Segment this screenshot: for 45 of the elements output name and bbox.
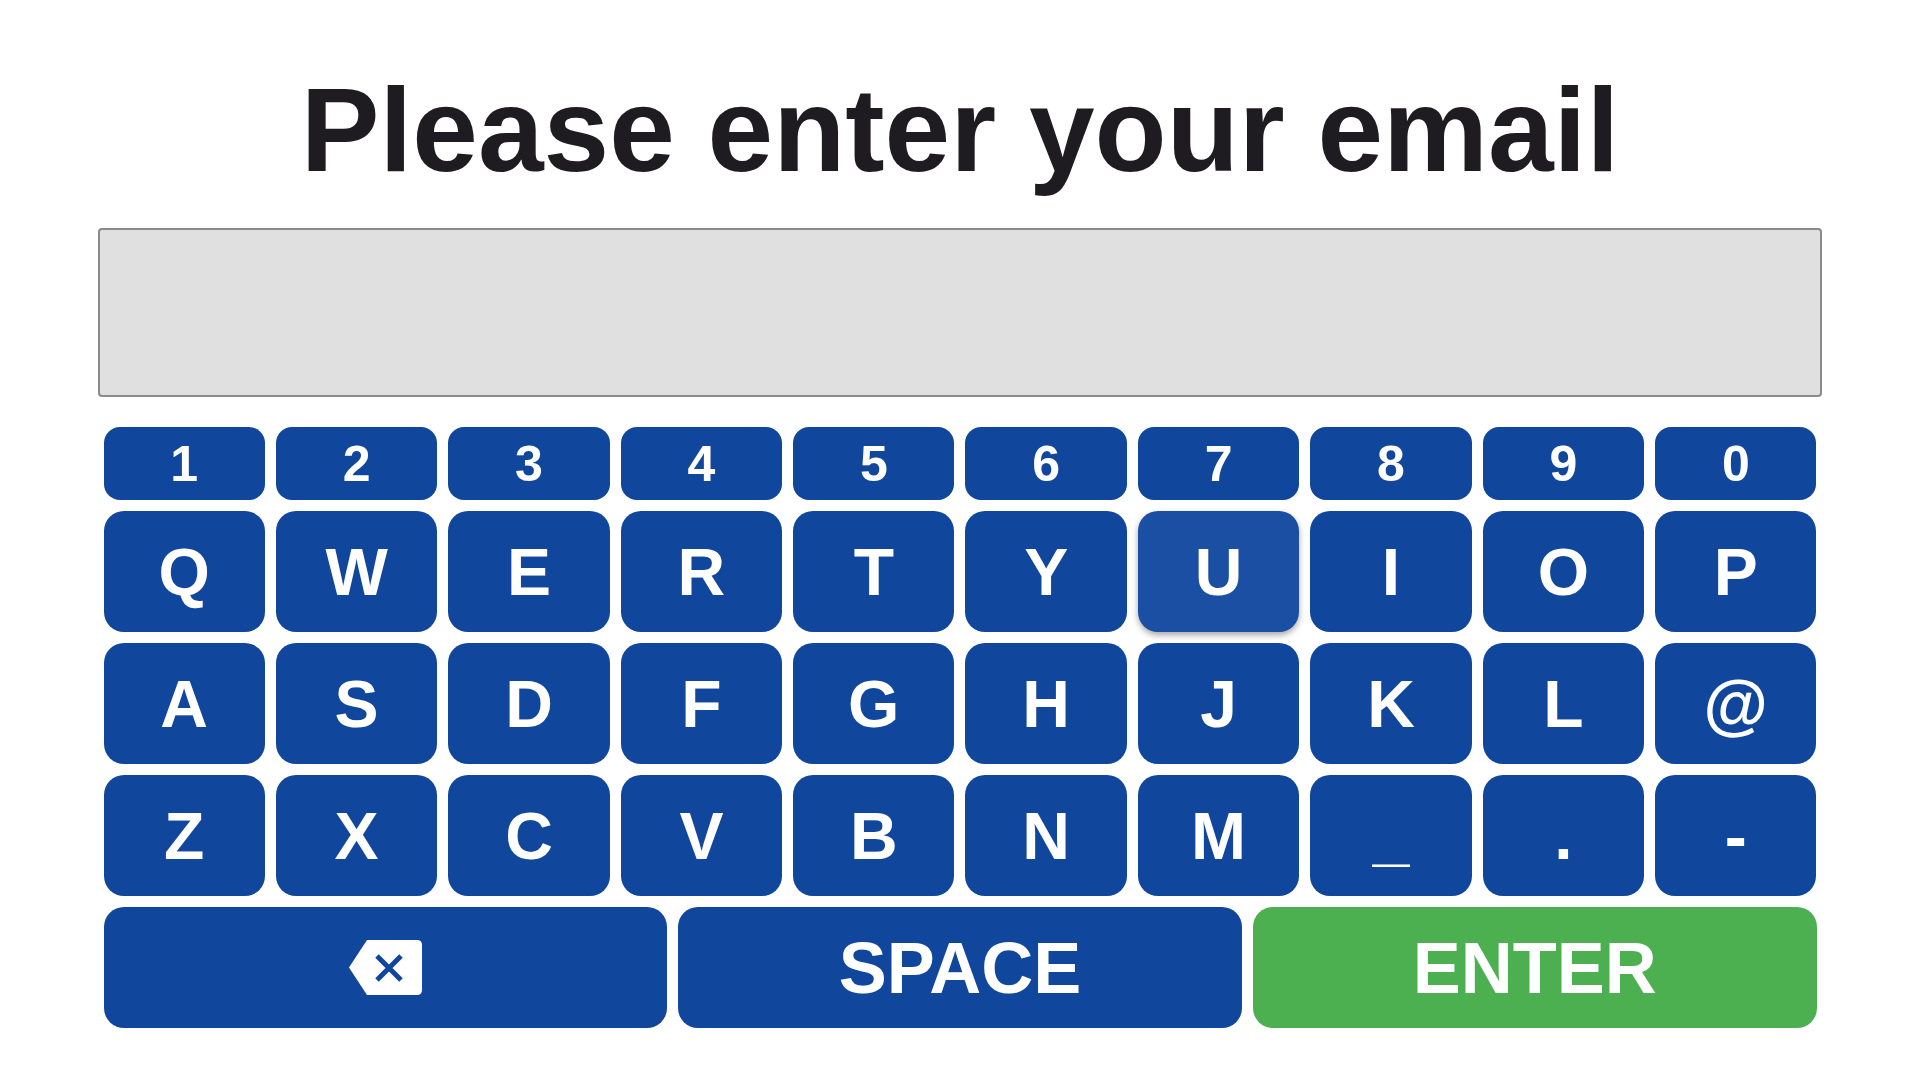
- keyboard-key[interactable]: Y: [965, 511, 1127, 632]
- keyboard-key[interactable]: Q: [103, 511, 265, 632]
- keyboard-key[interactable]: .: [1482, 775, 1645, 896]
- keyboard-key[interactable]: 6: [965, 427, 1127, 500]
- keyboard-key[interactable]: W: [275, 511, 438, 632]
- keyboard-key[interactable]: X: [275, 775, 438, 896]
- keyboard-key[interactable]: L: [1482, 643, 1645, 764]
- keyboard-key[interactable]: J: [1137, 643, 1300, 764]
- keyboard-key[interactable]: F: [620, 643, 783, 764]
- keyboard-key[interactable]: E: [448, 511, 610, 632]
- keyboard-key[interactable]: T: [793, 511, 955, 632]
- space-key[interactable]: SPACE: [678, 907, 1242, 1028]
- keyboard-key[interactable]: V: [620, 775, 783, 896]
- keyboard-key[interactable]: D: [448, 643, 610, 764]
- keyboard-key[interactable]: C: [448, 775, 610, 896]
- keyboard-key[interactable]: B: [793, 775, 955, 896]
- keyboard-key[interactable]: A: [103, 643, 265, 764]
- keyboard-key[interactable]: G: [793, 643, 955, 764]
- keyboard-key[interactable]: O: [1482, 511, 1645, 632]
- keyboard-key[interactable]: 1: [103, 427, 265, 500]
- keyboard-key[interactable]: 9: [1482, 427, 1645, 500]
- keyboard-key[interactable]: M: [1137, 775, 1300, 896]
- keyboard-key[interactable]: S: [275, 643, 438, 764]
- keyboard-key[interactable]: 3: [448, 427, 610, 500]
- keyboard-key[interactable]: 5: [793, 427, 955, 500]
- keyboard-key[interactable]: I: [1310, 511, 1472, 632]
- keyboard-key[interactable]: @: [1655, 643, 1817, 764]
- keyboard-key[interactable]: 4: [620, 427, 783, 500]
- keyboard-key[interactable]: 7: [1137, 427, 1300, 500]
- backspace-key[interactable]: [103, 907, 668, 1028]
- keyboard-key[interactable]: U: [1137, 511, 1300, 632]
- keyboard-key[interactable]: N: [965, 775, 1127, 896]
- keyboard-key[interactable]: _: [1310, 775, 1472, 896]
- keyboard-key[interactable]: R: [620, 511, 783, 632]
- keyboard-key[interactable]: H: [965, 643, 1127, 764]
- page-title: Please enter your email: [300, 63, 1620, 198]
- keyboard-key[interactable]: P: [1655, 511, 1817, 632]
- keyboard-key[interactable]: Z: [103, 775, 265, 896]
- keyboard-key[interactable]: 2: [275, 427, 438, 500]
- keyboard-key[interactable]: 0: [1655, 427, 1817, 500]
- keyboard-key[interactable]: K: [1310, 643, 1472, 764]
- email-field[interactable]: [98, 228, 1822, 397]
- backspace-icon: [348, 940, 422, 995]
- keyboard-key[interactable]: 8: [1310, 427, 1472, 500]
- keyboard-key[interactable]: -: [1655, 775, 1817, 896]
